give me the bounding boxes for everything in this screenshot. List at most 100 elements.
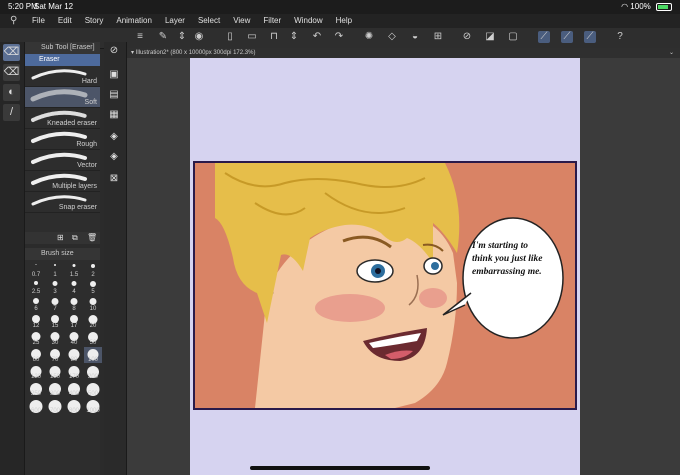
edit-icon[interactable]: ✎ — [157, 31, 169, 43]
brush-size-label: 80 — [70, 357, 78, 363]
new-file-icon[interactable]: ▯ — [224, 31, 236, 43]
fill-icon[interactable]: ◒ — [409, 31, 421, 43]
brush-size-cell[interactable]: 10 — [84, 296, 102, 312]
delete-subtool-icon[interactable]: 🗑 — [87, 233, 97, 242]
crop-icon[interactable]: ▢ — [507, 31, 519, 43]
brush-size-cell[interactable]: 3 — [46, 279, 64, 295]
brush-size-cell[interactable]: 50 — [84, 330, 102, 346]
layer-property-icon[interactable]: ▣ — [107, 68, 121, 82]
brush-size-cell[interactable]: 80 — [65, 347, 83, 363]
brush-size-cell[interactable]: 4 — [65, 279, 83, 295]
brush-kneaded[interactable]: Kneaded eraser — [25, 108, 100, 129]
brush-size-cell[interactable]: 7 — [46, 296, 64, 312]
brush-size-cell[interactable]: 30 — [46, 330, 64, 346]
brush-size-cell[interactable]: 12 — [27, 313, 45, 329]
open-folder-icon[interactable]: ▭ — [246, 31, 258, 43]
menu-filter[interactable]: Filter — [263, 16, 281, 25]
fill-tool-icon[interactable]: ◐ — [3, 84, 20, 101]
brush-multiple-layers[interactable]: Multiple layers — [25, 171, 100, 192]
brush-size-label: 500 — [87, 391, 98, 397]
brush-size-cell[interactable]: 60 — [27, 347, 45, 363]
brush-size-cell[interactable]: 17 — [65, 313, 83, 329]
brush-size-cell[interactable]: 250 — [27, 381, 45, 397]
layer-icon[interactable]: ▤ — [107, 88, 121, 102]
menu-help[interactable]: Help — [336, 16, 352, 25]
stepper-icon[interactable]: ⇕ — [176, 31, 188, 43]
save-icon[interactable]: ⊓ — [268, 31, 280, 43]
brush-size-cell[interactable]: 5 — [84, 279, 102, 295]
menu-view[interactable]: View — [233, 16, 250, 25]
brush-size-cell[interactable]: 2.5 — [27, 279, 45, 295]
brush-size-cell[interactable]: 120 — [27, 364, 45, 380]
brush-vector[interactable]: Vector — [25, 150, 100, 171]
menu-edit[interactable]: Edit — [58, 16, 72, 25]
brush-size-cell[interactable]: 70 — [46, 347, 64, 363]
material-icon[interactable]: ▦ — [107, 108, 121, 122]
stack-icon[interactable]: ◈ — [107, 130, 121, 144]
doc-expand-icon[interactable]: ⌄ — [669, 48, 674, 58]
brush-size-cell[interactable]: 800 — [65, 398, 83, 414]
brush-size-cell[interactable]: 1 — [46, 262, 64, 278]
menu-window[interactable]: Window — [294, 16, 322, 25]
pen-pressure-icon[interactable]: ⟋ — [538, 31, 550, 43]
pen-tool-icon[interactable]: / — [3, 104, 20, 121]
brush-size-cell[interactable]: 2 — [84, 262, 102, 278]
undo-icon[interactable]: ↶ — [311, 31, 323, 43]
brush-size-cell[interactable]: 700 — [46, 398, 64, 414]
transform-icon[interactable]: ⊞ — [432, 31, 444, 43]
add-subtool-icon[interactable]: ⊞ — [57, 233, 64, 242]
brush-size-cell[interactable]: 8 — [65, 296, 83, 312]
brush-size-cell[interactable]: 40 — [65, 330, 83, 346]
document-tab[interactable]: ▾ Illustration2* (800 x 10000px 300dpi 1… — [127, 48, 680, 58]
menu-story[interactable]: Story — [85, 16, 104, 25]
brush-soft[interactable]: Soft — [25, 87, 100, 108]
home-indicator[interactable] — [250, 466, 430, 470]
menu-file[interactable]: File — [32, 16, 45, 25]
brush-size-cell[interactable]: 100 — [84, 347, 102, 363]
brush-size-cell[interactable]: 200 — [84, 364, 102, 380]
brush-size-cell[interactable]: 20 — [84, 313, 102, 329]
status-right: ◠ 100% — [621, 2, 672, 11]
loading-icon[interactable]: ✺ — [363, 31, 375, 43]
menu-layer[interactable]: Layer — [165, 16, 185, 25]
hamburger-icon[interactable]: ≡ — [134, 31, 146, 43]
stepper2-icon[interactable]: ⇕ — [288, 31, 300, 43]
app-logo-icon[interactable]: ⚲ — [10, 15, 17, 26]
brush-size-cell[interactable]: 15 — [46, 313, 64, 329]
brush-size-cell[interactable]: 1000 — [84, 398, 102, 414]
brush-size-cell[interactable]: 600 — [27, 398, 45, 414]
doc-menu-icon[interactable]: ▾ — [131, 50, 134, 56]
brush-size-cell[interactable]: 300 — [46, 381, 64, 397]
brush-size-cell[interactable]: 6 — [27, 296, 45, 312]
brush-snap[interactable]: Snap eraser — [25, 192, 100, 213]
brush-size-label: 6 — [34, 306, 38, 312]
copy-subtool-icon[interactable]: ⧉ — [72, 233, 78, 243]
brush-hard[interactable]: Hard — [25, 66, 100, 87]
deselect-icon[interactable]: ⊘ — [461, 31, 473, 43]
eraser2-tool-icon[interactable]: ⌫ — [3, 64, 20, 81]
navigator-icon[interactable]: ⊘ — [107, 44, 121, 58]
crop-view-icon[interactable]: ⊠ — [107, 172, 121, 186]
brush-rough[interactable]: Rough — [25, 129, 100, 150]
brush-size-cell[interactable]: 500 — [84, 381, 102, 397]
brush-size-cell[interactable]: 150 — [46, 364, 64, 380]
help-icon[interactable]: ? — [614, 31, 626, 43]
brush-size-cell[interactable]: 0.7 — [27, 262, 45, 278]
view-icon[interactable]: ◉ — [193, 31, 205, 43]
tab-eraser[interactable]: Eraser — [25, 54, 100, 66]
brush-size-cell[interactable]: 25 — [27, 330, 45, 346]
invert-icon[interactable]: ◪ — [484, 31, 496, 43]
pen-ruler-icon[interactable]: ⟋ — [584, 31, 596, 43]
brush-size-header: Brush size — [25, 248, 100, 260]
clear-icon[interactable]: ◇ — [386, 31, 398, 43]
eraser-tool-icon[interactable]: ⌫ — [3, 44, 20, 61]
redo-icon[interactable]: ↷ — [333, 31, 345, 43]
brush-size-cell[interactable]: 170 — [65, 364, 83, 380]
brush-size-cell[interactable]: 1.5 — [65, 262, 83, 278]
brush-size-cell[interactable]: 400 — [65, 381, 83, 397]
menu-select[interactable]: Select — [198, 16, 220, 25]
canvas[interactable]: I'm starting to think you just like emba… — [190, 58, 580, 475]
layers-stack-icon[interactable]: ◈ — [107, 150, 121, 164]
pen-stabilizer-icon[interactable]: ⟋ — [561, 31, 573, 43]
menu-animation[interactable]: Animation — [116, 16, 152, 25]
